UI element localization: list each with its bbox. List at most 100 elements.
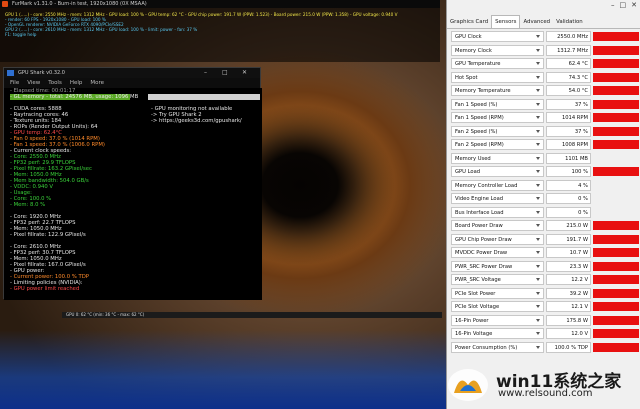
sensor-label-dropdown[interactable]: Fan 2 Speed (%) bbox=[451, 125, 544, 137]
sensor-label-dropdown[interactable]: GPU Chip Power Draw bbox=[451, 233, 544, 245]
close-icon[interactable]: ✕ bbox=[242, 68, 247, 78]
sensor-graph-bar bbox=[593, 59, 639, 68]
chevron-down-icon[interactable] bbox=[536, 116, 540, 119]
sensor-label-dropdown[interactable]: Fan 1 Speed (RPM) bbox=[451, 112, 544, 123]
sensor-label: PWR_SRC Power Draw bbox=[455, 263, 513, 270]
furmark-titlebar[interactable]: FurMark v1.31.0 - Burn-in test, 1920x108… bbox=[0, 0, 440, 8]
chevron-down-icon[interactable] bbox=[536, 332, 540, 335]
sensor-label-dropdown[interactable]: Power Consumption (%) bbox=[451, 341, 544, 353]
sensor-value: 1008 RPM bbox=[546, 139, 591, 150]
chevron-down-icon[interactable] bbox=[536, 345, 540, 349]
chevron-down-icon[interactable] bbox=[536, 210, 540, 214]
sensor-value: 0 % bbox=[546, 193, 591, 204]
sensor-label-dropdown[interactable]: PCIe Slot Voltage bbox=[451, 301, 544, 312]
sensor-row: Video Engine Load 0 % bbox=[451, 193, 639, 204]
menu-file[interactable]: File bbox=[10, 78, 19, 88]
gpushark-window[interactable]: GPU Shark v0.32.0 – □ ✕ File View Tools Hel… bbox=[3, 67, 262, 300]
sensor-label: Fan 2 Speed (%) bbox=[455, 128, 498, 135]
tab-advanced[interactable]: Advanced bbox=[520, 16, 553, 28]
sensor-value: 74.3 °C bbox=[546, 71, 591, 83]
sensor-row: 16-Pin Voltage 12.0 V bbox=[451, 328, 639, 339]
sensor-label-dropdown[interactable]: Hot Spot bbox=[451, 71, 544, 83]
sensor-label-dropdown[interactable]: Fan 1 Speed (%) bbox=[451, 98, 544, 110]
sensor-label-dropdown[interactable]: 16-Pin Voltage bbox=[451, 328, 544, 339]
minimize-icon[interactable]: – bbox=[611, 1, 615, 9]
chevron-down-icon[interactable] bbox=[536, 129, 540, 133]
sensor-row: MVDDC Power Draw 10.7 W bbox=[451, 247, 639, 258]
chevron-down-icon[interactable] bbox=[536, 143, 540, 146]
sensor-label: Fan 1 Speed (%) bbox=[455, 101, 498, 108]
chevron-down-icon[interactable] bbox=[536, 183, 540, 187]
chevron-down-icon[interactable] bbox=[536, 156, 540, 160]
sensor-value: 12.1 V bbox=[546, 301, 591, 312]
sensor-label-dropdown[interactable]: PWR_SRC Power Draw bbox=[451, 260, 544, 272]
chevron-down-icon[interactable] bbox=[536, 237, 540, 241]
sensor-label-dropdown[interactable]: PCIe Slot Power bbox=[451, 287, 544, 299]
sensor-label-dropdown[interactable]: Board Power Draw bbox=[451, 220, 544, 231]
sensor-graph-bar bbox=[593, 315, 639, 325]
sensor-label-dropdown[interactable]: Bus Interface Load bbox=[451, 206, 544, 218]
sensor-label-dropdown[interactable]: GPU Load bbox=[451, 166, 544, 177]
menu-view[interactable]: View bbox=[27, 78, 40, 88]
close-icon[interactable]: ✕ bbox=[631, 1, 637, 9]
sensor-graph-bar bbox=[593, 32, 639, 41]
menu-help[interactable]: Help bbox=[70, 78, 83, 88]
sensor-label-dropdown[interactable]: GPU Clock bbox=[451, 31, 544, 42]
chevron-down-icon[interactable] bbox=[536, 170, 540, 173]
sensor-value: 175.8 W bbox=[546, 314, 591, 326]
maximize-icon[interactable]: □ bbox=[620, 1, 627, 9]
gpushark-gpu2-header bbox=[148, 94, 260, 100]
sensor-row: Fan 1 Speed (RPM) 1014 RPM bbox=[451, 112, 639, 123]
sensor-row: GPU Chip Power Draw 191.7 W bbox=[451, 233, 639, 245]
maximize-icon[interactable]: □ bbox=[222, 68, 228, 78]
chevron-down-icon[interactable] bbox=[536, 305, 540, 308]
sensor-row: Memory Controller Load 4 % bbox=[451, 179, 639, 191]
chevron-down-icon[interactable] bbox=[536, 75, 540, 79]
tab-sensors[interactable]: Sensors bbox=[491, 15, 521, 28]
minimize-icon[interactable]: – bbox=[204, 68, 207, 78]
sensor-graph-bar bbox=[593, 329, 639, 338]
gpuz-window-controls: – □ ✕ bbox=[611, 1, 637, 9]
gpuz-window[interactable]: – □ ✕ Graphics Card Sensors Advanced Valida… bbox=[446, 0, 640, 409]
sensor-label: GPU Load bbox=[455, 169, 481, 175]
sensor-graph-bar bbox=[593, 221, 639, 230]
sensor-label-dropdown[interactable]: Memory Controller Load bbox=[451, 179, 544, 191]
chevron-down-icon[interactable] bbox=[536, 197, 540, 200]
sensor-row: Fan 1 Speed (%) 37 % bbox=[451, 98, 639, 110]
sensor-graph-bar bbox=[593, 126, 639, 136]
sensor-value: 39.2 W bbox=[546, 287, 591, 299]
tab-validation[interactable]: Validation bbox=[553, 16, 586, 28]
sensor-label: Memory Clock bbox=[455, 47, 492, 54]
sensor-label-dropdown[interactable]: GPU Temperature bbox=[451, 58, 544, 69]
chevron-down-icon[interactable] bbox=[536, 89, 540, 92]
sensor-label-dropdown[interactable]: Memory Used bbox=[451, 152, 544, 164]
tab-graphics-card[interactable]: Graphics Card bbox=[447, 16, 491, 28]
gpushark-icon bbox=[7, 70, 14, 76]
sensor-row: PWR_SRC Voltage 12.2 V bbox=[451, 274, 639, 285]
chevron-down-icon[interactable] bbox=[536, 62, 540, 65]
gpushark-monitor-line[interactable]: -> https://geeks3d.com/gpushark/ bbox=[151, 118, 242, 124]
sensor-label-dropdown[interactable]: Memory Clock bbox=[451, 44, 544, 56]
chevron-down-icon[interactable] bbox=[536, 102, 540, 106]
chevron-down-icon[interactable] bbox=[536, 278, 540, 281]
sensor-label-dropdown[interactable]: MVDDC Power Draw bbox=[451, 247, 544, 258]
sensor-value: 191.7 W bbox=[546, 233, 591, 245]
chevron-down-icon[interactable] bbox=[536, 318, 540, 322]
chevron-down-icon[interactable] bbox=[536, 224, 540, 227]
chevron-down-icon[interactable] bbox=[536, 48, 540, 52]
furmark-window[interactable]: FurMark v1.31.0 - Burn-in test, 1920x108… bbox=[0, 0, 440, 62]
sensor-label-dropdown[interactable]: 16-Pin Power bbox=[451, 314, 544, 326]
menu-tools[interactable]: Tools bbox=[48, 78, 62, 88]
sensor-label: Board Power Draw bbox=[455, 223, 503, 229]
menu-more[interactable]: More bbox=[90, 78, 104, 88]
sensor-label: 16-Pin Power bbox=[455, 317, 489, 324]
sensor-label-dropdown[interactable]: Memory Temperature bbox=[451, 85, 544, 96]
sensor-label-dropdown[interactable]: PWR_SRC Voltage bbox=[451, 274, 544, 285]
chevron-down-icon[interactable] bbox=[536, 291, 540, 295]
gpushark-titlebar[interactable]: GPU Shark v0.32.0 – □ ✕ bbox=[4, 68, 260, 78]
chevron-down-icon[interactable] bbox=[536, 251, 540, 254]
chevron-down-icon[interactable] bbox=[536, 264, 540, 268]
sensor-label-dropdown[interactable]: Video Engine Load bbox=[451, 193, 544, 204]
sensor-label-dropdown[interactable]: Fan 2 Speed (RPM) bbox=[451, 139, 544, 150]
chevron-down-icon[interactable] bbox=[536, 35, 540, 38]
